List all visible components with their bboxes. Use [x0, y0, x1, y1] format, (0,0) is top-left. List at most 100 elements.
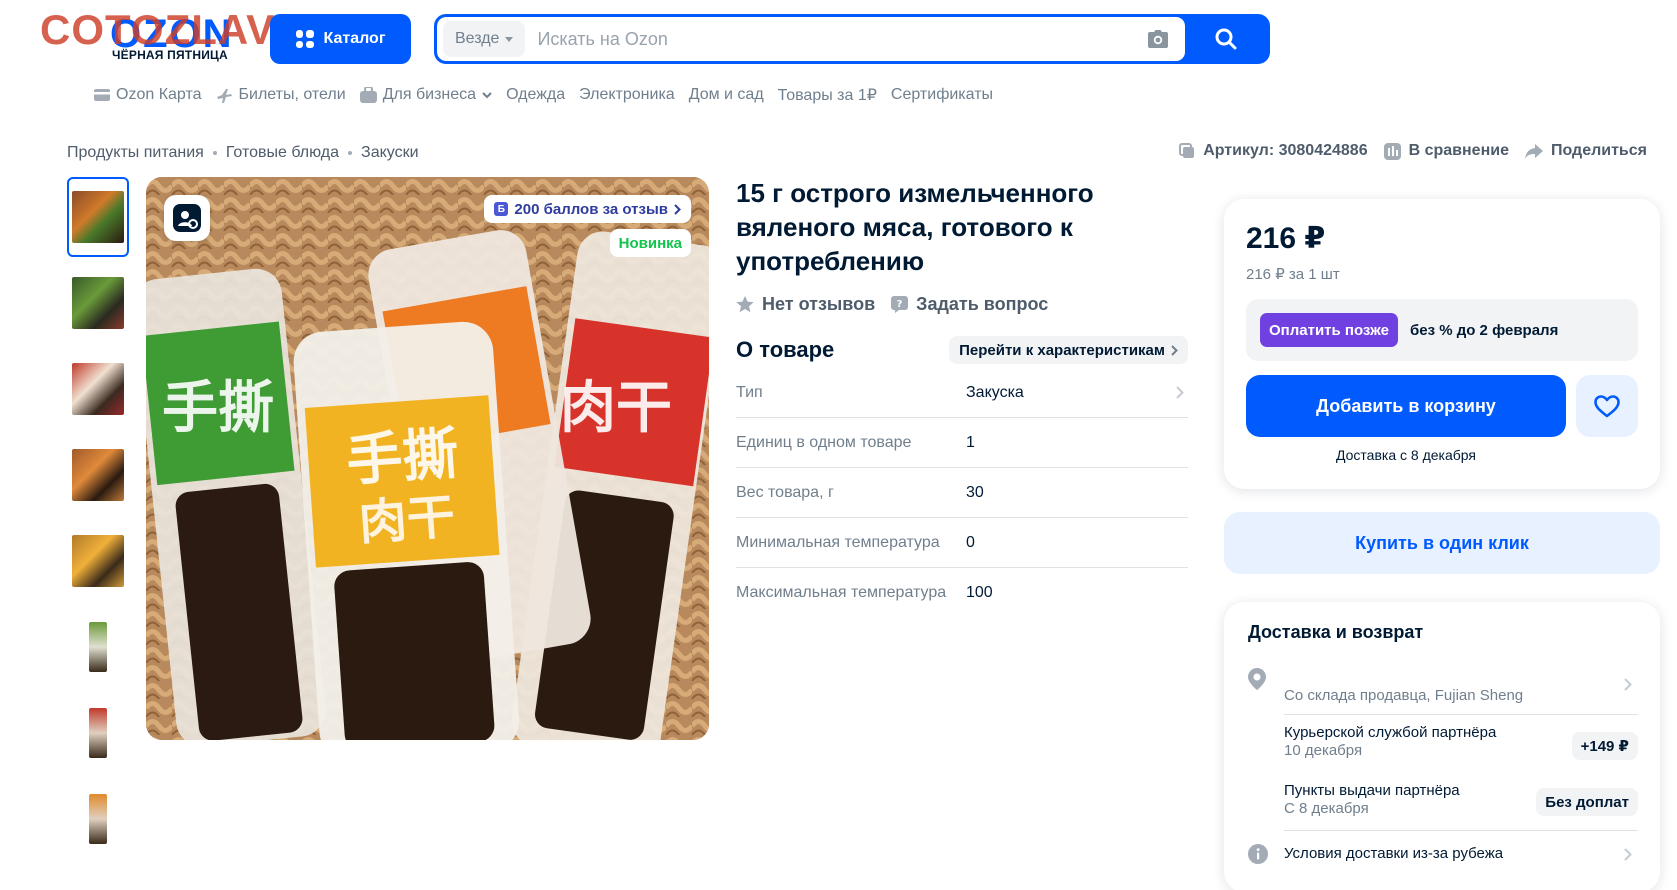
chevron-right-icon	[1624, 678, 1632, 691]
search-input[interactable]	[525, 17, 1141, 61]
search-scope-select[interactable]: Везде	[443, 21, 526, 57]
spec-key: Единиц в одном товаре	[736, 433, 912, 451]
spec-row: Максимальная температура 100	[736, 568, 1188, 618]
share-icon	[1524, 143, 1543, 159]
question-icon: ?	[891, 296, 909, 313]
nav-label: Сертификаты	[890, 86, 994, 103]
delivery-date-note: Доставка с 8 декабря	[1336, 447, 1476, 463]
nav-label: Дом и сад	[688, 86, 764, 103]
nav-item-ozon-card[interactable]: Ozon Карта	[94, 86, 202, 104]
spec-value: 1	[966, 433, 975, 451]
breadcrumb-item[interactable]: Закуски	[361, 144, 419, 162]
camera-icon[interactable]	[1141, 22, 1175, 56]
chevron-down-icon	[482, 91, 492, 98]
nav-item-certificates[interactable]: Сертификаты	[891, 86, 993, 104]
abroad-conditions-row[interactable]: Условия доставки из-за рубежа	[1284, 845, 1638, 862]
search-bar: Везде	[434, 14, 1270, 64]
delivery-from-row[interactable]: Со склада продавца, Fujian Sheng	[1284, 686, 1638, 704]
add-to-cart-button[interactable]: Добавить в корзину	[1246, 375, 1566, 437]
about-header: О товаре Перейти к характеристикам	[736, 336, 1188, 364]
buy-one-click-button[interactable]: Купить в один клик	[1224, 512, 1660, 574]
reviews-link[interactable]: Нет отзывов	[736, 294, 875, 315]
main-product-image[interactable]: 手撕 肉干 手撕 肉干 Б 200 баллов за отзыв Новинк…	[146, 177, 709, 740]
thumbnail-5[interactable]	[67, 521, 129, 601]
pay-later-block[interactable]: Оплатить позже без % до 2 февраля	[1246, 299, 1638, 361]
thumbnail-6[interactable]	[67, 607, 129, 687]
bonus-label: 200 баллов за отзыв	[514, 200, 668, 218]
go-to-specs-button[interactable]: Перейти к характеристикам	[949, 336, 1188, 364]
spec-key: Тип	[736, 383, 763, 401]
go-to-specs-label: Перейти к характеристикам	[959, 341, 1165, 359]
svg-text:?: ?	[897, 299, 903, 310]
svg-text:手撕: 手撕	[344, 422, 460, 495]
price: 216 ₽	[1246, 222, 1326, 255]
thumbnail-3[interactable]	[67, 349, 129, 429]
copy-icon	[1179, 143, 1195, 158]
card-icon	[94, 89, 110, 101]
breadcrumb-item[interactable]: Готовые блюда	[226, 144, 339, 162]
share-label: Поделиться	[1550, 142, 1647, 159]
favorite-button[interactable]	[1576, 375, 1638, 437]
article-copy[interactable]: Артикул: 3080424886	[1179, 142, 1368, 160]
catalog-grid-icon	[295, 30, 314, 48]
spec-value: 30	[966, 483, 984, 501]
search-button[interactable]	[1185, 17, 1267, 61]
spec-value: Закуска	[966, 383, 1024, 401]
spec-row: Вес товара, г 30	[736, 468, 1188, 518]
thumbnail-8[interactable]	[67, 779, 129, 859]
review-bonus-badge[interactable]: Б 200 баллов за отзыв	[484, 195, 691, 223]
nav-item-home-garden[interactable]: Дом и сад	[689, 86, 764, 104]
compare-button[interactable]: В сравнение	[1383, 142, 1509, 160]
top-nav: Ozon Карта Билеты, отели Для бизнеса Оде…	[94, 84, 993, 106]
delivery-title: Доставка и возврат	[1248, 622, 1424, 642]
no-reviews-label: Нет отзывов	[762, 294, 876, 314]
spec-row[interactable]: Тип Закуска	[736, 368, 1188, 418]
caret-down-icon	[505, 36, 514, 42]
ask-question-label: Задать вопрос	[916, 294, 1049, 314]
thumbnail-4[interactable]	[67, 435, 129, 515]
nav-label: Товары за 1₽	[777, 87, 877, 104]
nav-item-clothes[interactable]: Одежда	[506, 86, 565, 104]
spec-row: Единиц в одном товаре 1	[736, 418, 1188, 468]
business-icon	[359, 87, 377, 103]
divider	[1284, 714, 1638, 715]
nav-item-business[interactable]: Для бизнеса	[359, 86, 492, 104]
thumbnail-2[interactable]	[67, 263, 129, 343]
lens-icon	[173, 204, 201, 232]
unit-price: 216 ₽ за 1 шт	[1246, 266, 1340, 283]
catalog-label: Каталог	[323, 30, 386, 47]
image-search-button[interactable]	[164, 195, 210, 241]
search-scope-label: Везде	[455, 30, 500, 47]
article-number: Артикул: 3080424886	[1203, 142, 1368, 159]
star-icon	[736, 296, 754, 313]
thumbnail-1[interactable]	[67, 177, 129, 257]
heart-icon	[1594, 394, 1620, 417]
nav-item-tickets[interactable]: Билеты, отели	[216, 86, 346, 104]
thumbnail-7[interactable]	[67, 693, 129, 773]
ask-question-link[interactable]: ? Задать вопрос	[891, 294, 1048, 315]
nav-item-goods-1rub[interactable]: Товары за 1₽	[778, 85, 877, 105]
catalog-button[interactable]: Каталог	[270, 14, 411, 64]
spec-row: Минимальная температура 0	[736, 518, 1188, 568]
share-button[interactable]: Поделиться	[1524, 142, 1647, 160]
thumbnail-list	[67, 177, 129, 865]
thumbnail-image	[89, 708, 107, 758]
product-meta-actions: Артикул: 3080424886 В сравнение Поделить…	[1179, 142, 1647, 160]
review-row: Нет отзывов ? Задать вопрос	[736, 294, 1048, 315]
svg-text:手撕: 手撕	[162, 376, 274, 441]
breadcrumb-item[interactable]: Продукты питания	[67, 144, 204, 162]
spec-value: 0	[966, 533, 975, 551]
product-photo: 手撕 肉干 手撕 肉干	[146, 177, 709, 740]
pickup-price-tag: Без доплат	[1536, 788, 1638, 816]
thumbnail-image	[72, 535, 124, 587]
breadcrumb-separator	[212, 151, 217, 155]
plane-icon	[216, 88, 232, 103]
chevron-right-icon	[1171, 344, 1178, 356]
thumbnail-image	[72, 449, 124, 501]
thumbnail-image	[72, 277, 124, 329]
location-pin-icon	[1248, 668, 1266, 690]
breadcrumb-separator	[348, 151, 353, 155]
nav-item-electronics[interactable]: Электроника	[579, 86, 675, 104]
compare-icon	[1383, 142, 1401, 160]
delivery-card: Доставка и возврат Со склада продавца, F…	[1224, 602, 1660, 890]
